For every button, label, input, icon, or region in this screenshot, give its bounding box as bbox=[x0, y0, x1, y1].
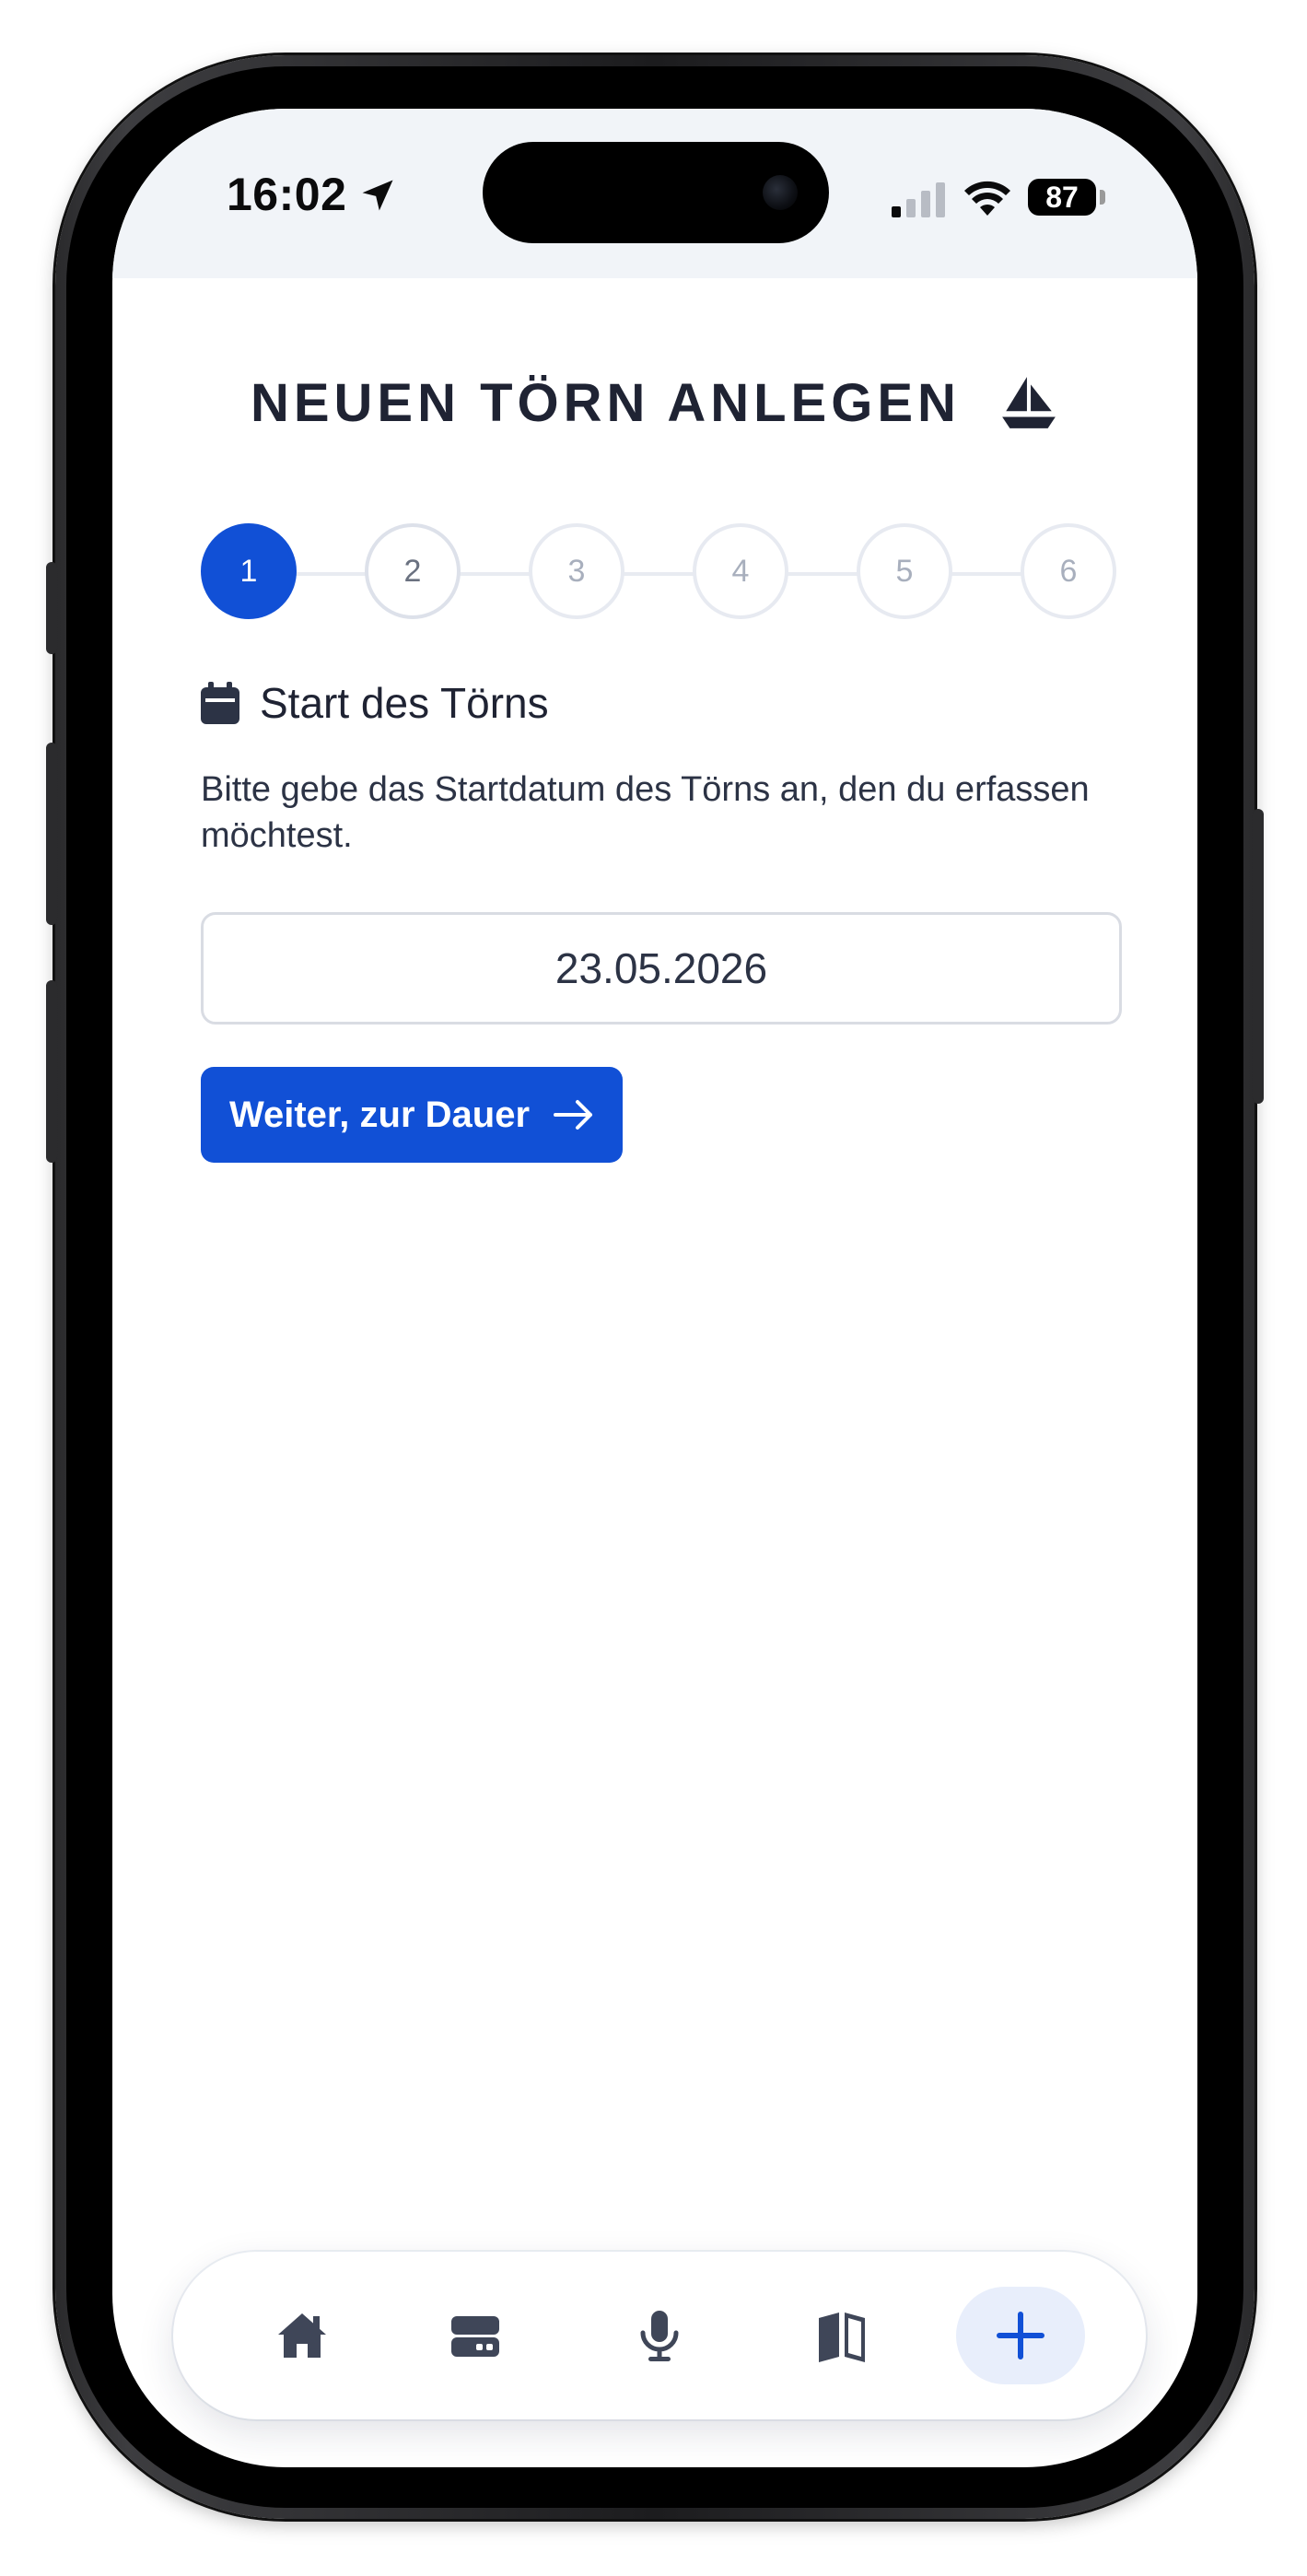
sailboat-icon bbox=[1002, 376, 1056, 428]
next-button-label: Weiter, zur Dauer bbox=[228, 1094, 531, 1135]
home-icon bbox=[278, 2313, 326, 2358]
plus-icon bbox=[997, 2312, 1044, 2359]
arrow-right-icon bbox=[554, 1100, 593, 1130]
dynamic-island bbox=[483, 142, 829, 243]
battery-indicator: 87 bbox=[1028, 179, 1096, 216]
microphone-icon bbox=[640, 2311, 679, 2361]
tab-home[interactable] bbox=[238, 2287, 367, 2384]
progress-stepper: 1 2 3 4 5 6 bbox=[201, 523, 1122, 625]
next-button[interactable]: Weiter, zur Dauer bbox=[201, 1067, 623, 1163]
step-6[interactable]: 6 bbox=[1021, 523, 1116, 619]
instruction-text: Bitte gebe das Startdatum des Törns an, … bbox=[201, 770, 1090, 855]
step-4[interactable]: 4 bbox=[693, 523, 788, 619]
status-bar: 16:02 87 bbox=[112, 109, 1197, 278]
screen: 16:02 87 NEUEN TÖRN ANLEGEN 1 2 3 4 5 6 … bbox=[112, 109, 1197, 2467]
step-5[interactable]: 5 bbox=[857, 523, 952, 619]
book-icon bbox=[819, 2313, 865, 2362]
tab-book[interactable] bbox=[777, 2287, 906, 2384]
step-1[interactable]: 1 bbox=[201, 523, 297, 619]
start-date-input[interactable]: 23.05.2026 bbox=[201, 912, 1122, 1025]
volume-up-button bbox=[46, 743, 57, 925]
section-heading: Start des Törns bbox=[201, 674, 549, 732]
step-2[interactable]: 2 bbox=[365, 523, 461, 619]
page-title: NEUEN TÖRN ANLEGEN bbox=[112, 369, 1197, 434]
camera-icon bbox=[763, 175, 798, 210]
status-time: 16:02 bbox=[227, 169, 347, 220]
cellular-signal-icon bbox=[892, 182, 945, 217]
calendar-icon bbox=[201, 682, 239, 724]
action-button bbox=[46, 562, 57, 654]
tab-wallet[interactable] bbox=[411, 2287, 540, 2384]
wallet-icon bbox=[451, 2316, 499, 2357]
tab-microphone[interactable] bbox=[595, 2287, 724, 2384]
page-title-text: NEUEN TÖRN ANLEGEN bbox=[250, 373, 961, 434]
section-title: Start des Törns bbox=[260, 679, 549, 727]
wifi-icon bbox=[964, 181, 1010, 216]
tab-add[interactable] bbox=[956, 2287, 1085, 2384]
volume-down-button bbox=[46, 980, 57, 1163]
power-button bbox=[1253, 809, 1264, 1104]
battery-cap bbox=[1100, 190, 1105, 205]
location-arrow-icon bbox=[362, 180, 393, 211]
bottom-tab-bar bbox=[173, 2252, 1146, 2419]
step-3[interactable]: 3 bbox=[529, 523, 624, 619]
